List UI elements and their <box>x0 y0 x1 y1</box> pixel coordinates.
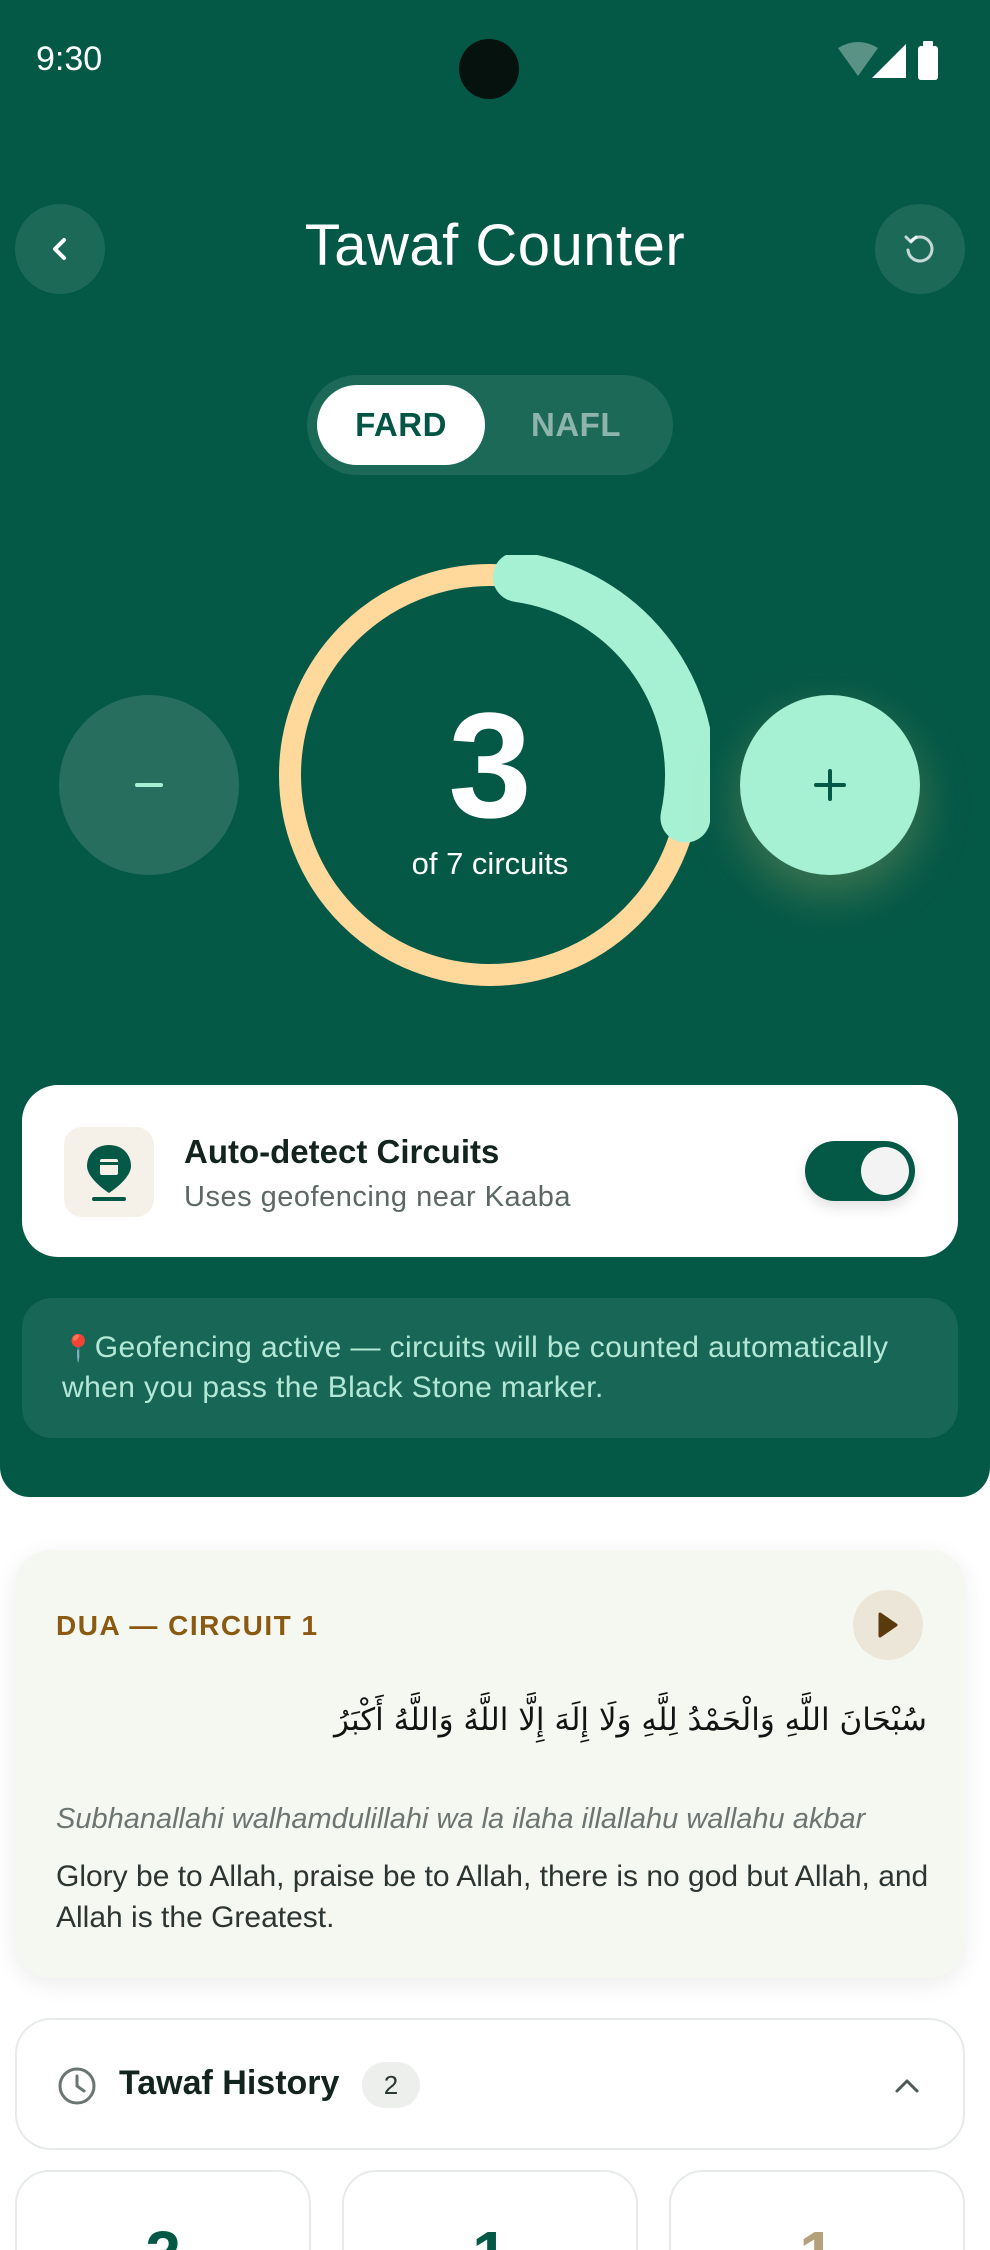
play-dua-button[interactable] <box>853 1590 923 1660</box>
history-stat-card: 1 <box>342 2170 638 2250</box>
mode-toggle: FARD NAFL <box>307 375 673 475</box>
dua-card: DUA — CIRCUIT 1 سُبْحَانَ اللَّهِ وَالْح… <box>15 1550 965 1978</box>
history-header[interactable]: Tawaf History 2 <box>15 2018 965 2150</box>
clock-icon <box>58 2067 96 2105</box>
history-stat-value: 2 <box>17 2222 309 2250</box>
auto-detect-toggle[interactable] <box>805 1141 915 1201</box>
circuit-total: of 7 circuits <box>411 846 569 881</box>
geofence-notice-text: Geofencing active — circuits will be cou… <box>62 1331 889 1404</box>
auto-detect-card: Auto-detect Circuits Uses geofencing nea… <box>22 1085 958 1257</box>
location-pin-icon: 📍 <box>62 1333 95 1363</box>
camera-cutout <box>459 39 519 99</box>
history-stat-card: 1 <box>669 2170 965 2250</box>
auto-detect-title: Auto-detect Circuits <box>184 1133 500 1170</box>
tab-nafl[interactable]: NAFL <box>492 385 660 465</box>
circuit-count: 3 <box>448 681 532 849</box>
history-stat-value: 1 <box>671 2222 963 2250</box>
counter-hero: 9:30 Tawaf Counter FARD NAFL 3 of 7 circ… <box>0 0 990 1497</box>
tab-fard[interactable]: FARD <box>317 385 485 465</box>
page-title: Tawaf Counter <box>304 213 686 278</box>
geofence-notice: 📍Geofencing active — circuits will be co… <box>22 1298 958 1438</box>
chevron-up-icon[interactable] <box>889 2068 925 2104</box>
dua-arabic: سُبْحَانَ اللَّهِ وَالْحَمْدُ لِلَّهِ وَ… <box>333 1702 927 1738</box>
kaaba-pin-icon <box>64 1127 154 1217</box>
history-title: Tawaf History <box>119 2064 340 2102</box>
battery-icon <box>918 46 938 80</box>
auto-detect-subtitle: Uses geofencing near Kaaba <box>184 1181 572 1213</box>
status-bar: 9:30 <box>0 0 990 120</box>
decrement-button[interactable] <box>59 695 239 875</box>
reset-button[interactable] <box>875 204 965 294</box>
wifi-icon <box>838 42 878 76</box>
history-count-badge: 2 <box>362 2062 420 2108</box>
dua-label: DUA — CIRCUIT 1 <box>56 1610 319 1641</box>
plus-icon <box>814 769 846 801</box>
history-stat-card: 2 <box>15 2170 311 2250</box>
increment-button[interactable] <box>740 695 920 875</box>
toggle-knob <box>861 1147 909 1195</box>
reset-icon <box>904 235 934 263</box>
status-icons <box>838 41 938 80</box>
dua-translation: Glory be to Allah, praise be to Allah, t… <box>56 1860 929 1934</box>
dua-transliteration: Subhanallahi walhamdulillahi wa la ilaha… <box>56 1803 866 1835</box>
history-stat-value: 1 <box>344 2222 636 2250</box>
play-icon <box>878 1612 898 1638</box>
status-time: 9:30 <box>36 40 103 78</box>
minus-icon <box>135 783 163 787</box>
